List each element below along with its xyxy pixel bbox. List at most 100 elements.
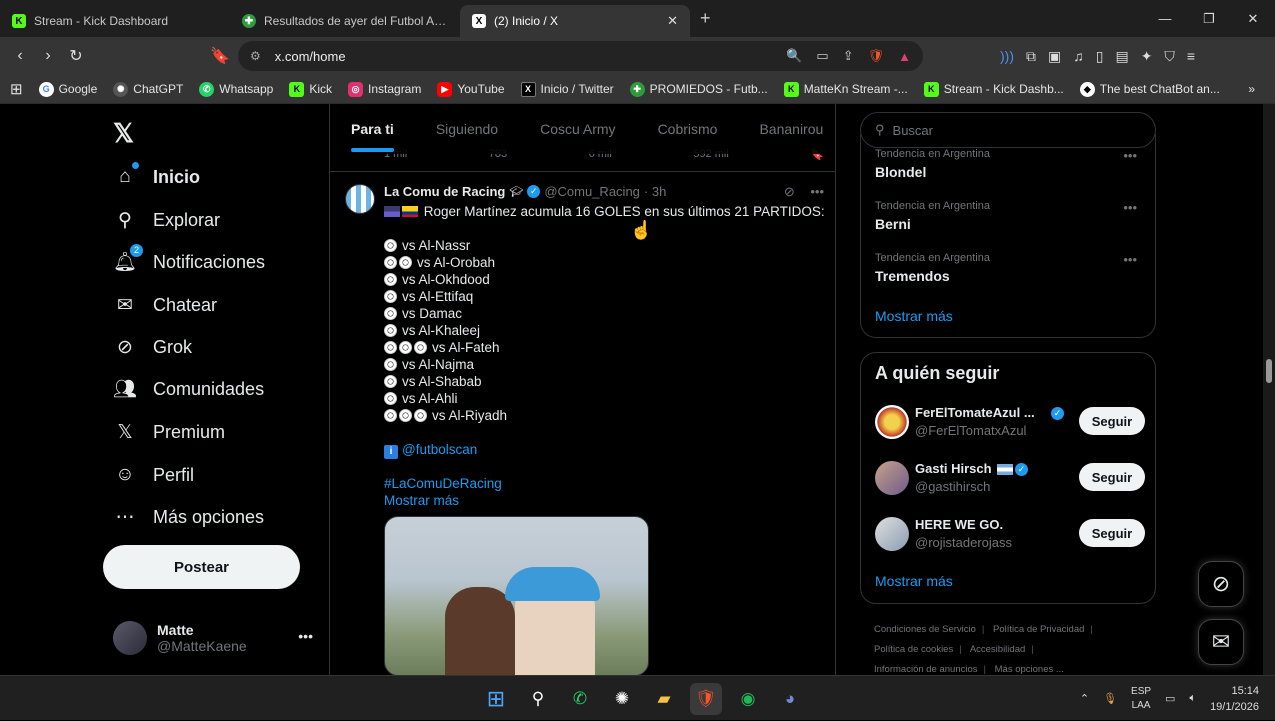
tweet-author-name[interactable]: La Comu de Racing bbox=[384, 184, 505, 199]
site-settings-icon[interactable]: ⚙ bbox=[250, 49, 261, 63]
follow-button[interactable]: Seguir bbox=[1079, 463, 1145, 491]
nav-item-chatear[interactable]: ✉ Chatear bbox=[113, 290, 217, 320]
back-button[interactable]: ‹ bbox=[6, 42, 34, 70]
footer-link[interactable]: Información de anuncios bbox=[874, 664, 978, 675]
tweet[interactable]: La Comu de Racing 🎓︎ ✓ @Comu_Racing · 3h… bbox=[330, 171, 835, 675]
more-icon[interactable]: ••• bbox=[810, 184, 824, 199]
footer-link[interactable]: Política de cookies bbox=[874, 644, 953, 655]
browser-tab-promiedos[interactable]: ✚ Resultados de ayer del Futbol Argentin… bbox=[230, 5, 460, 37]
nav-item-perfil[interactable]: ☺ Perfil bbox=[113, 460, 194, 490]
bookmark-item[interactable]: ✆ Whatsapp bbox=[199, 81, 273, 97]
brave-rewards-icon[interactable]: ▲ bbox=[898, 49, 911, 64]
sidebar-icon[interactable]: ▯ bbox=[1096, 48, 1104, 65]
show-more-follow-link[interactable]: Mostrar más bbox=[875, 573, 953, 589]
bookmark-item[interactable]: ◆ The best ChatBot an... bbox=[1079, 81, 1220, 97]
more-icon[interactable]: ••• bbox=[298, 628, 313, 644]
follow-suggestion[interactable]: Gasti Hirsch ✓ @gastihirsch Seguir bbox=[875, 459, 1145, 499]
account-switcher[interactable]: Matte @MatteKaene ••• bbox=[113, 618, 313, 658]
chevron-up-icon[interactable]: ⌃ bbox=[1080, 692, 1089, 705]
file-explorer-icon[interactable]: ▰ bbox=[648, 683, 680, 715]
address-bar[interactable]: ⚙ x.com/home 🔍 ▭ ⇪ 🛡 ▲ bbox=[238, 41, 923, 71]
trend-item[interactable]: Tendencia en Argentina Berni ••• bbox=[875, 200, 1145, 232]
tweet-time[interactable]: · 3h bbox=[644, 184, 666, 199]
tab-cobrismo[interactable]: Cobrismo bbox=[637, 104, 739, 154]
volume-icon[interactable]: 🔈︎ bbox=[1189, 692, 1196, 705]
reload-button[interactable]: ↻ bbox=[62, 42, 90, 70]
network-icon[interactable]: ▭ bbox=[1165, 692, 1175, 705]
bookmark-item[interactable]: ◎ Instagram bbox=[348, 81, 421, 97]
forward-button[interactable]: › bbox=[34, 42, 62, 70]
footer-link[interactable]: Condiciones de Servicio bbox=[874, 624, 976, 635]
brave-browser-icon[interactable]: 🛡 bbox=[690, 682, 722, 715]
close-window-icon[interactable]: ✕ bbox=[1231, 0, 1275, 37]
bookmark-item[interactable]: ▶ YouTube bbox=[437, 81, 505, 97]
minimize-icon[interactable]: — bbox=[1143, 0, 1187, 37]
x-logo-icon[interactable]: 𝕏 bbox=[113, 118, 134, 149]
trend-item[interactable]: Tendencia en Argentina Tremendos ••• bbox=[875, 252, 1145, 284]
follow-suggestion[interactable]: FerElTomateAzul ... ✓ @FerElTomatxAzul S… bbox=[875, 403, 1145, 443]
trend-item[interactable]: Tendencia en Argentina Blondel ••• bbox=[875, 148, 1145, 180]
bookmark-item[interactable]: K Kick bbox=[289, 81, 332, 97]
brave-shields-icon[interactable]: 🛡 bbox=[868, 48, 885, 64]
footer-link[interactable]: Accesibilidad bbox=[970, 644, 1025, 655]
more-bookmarks-icon[interactable]: » bbox=[1248, 82, 1255, 96]
bookmark-item[interactable]: X Inicio / Twitter bbox=[520, 81, 614, 97]
follow-suggestion[interactable]: HERE WE GO. @rojistaderojass Seguir bbox=[875, 515, 1145, 555]
maximize-icon[interactable]: ❐ bbox=[1187, 0, 1231, 37]
bookmark-item[interactable]: ✚ PROMIEDOS - Futb... bbox=[629, 81, 768, 97]
footer-link[interactable]: Más opciones ... bbox=[995, 664, 1064, 675]
bookmark-item[interactable]: ✺ ChatGPT bbox=[113, 81, 183, 97]
tweet-avatar[interactable] bbox=[345, 184, 375, 214]
show-more-trends-link[interactable]: Mostrar más bbox=[875, 308, 953, 324]
bookmark-item[interactable]: K Stream - Kick Dashb... bbox=[923, 81, 1064, 97]
follow-button[interactable]: Seguir bbox=[1079, 407, 1145, 435]
tab-bananirou[interactable]: Bananirou bbox=[738, 104, 844, 154]
audio-icon[interactable]: ))) bbox=[1000, 48, 1014, 64]
messages-button[interactable]: ✉ bbox=[1198, 619, 1244, 665]
clock[interactable]: 15:14 19/1/2026 bbox=[1210, 683, 1259, 715]
menu-icon[interactable]: ≡ bbox=[1187, 48, 1195, 64]
more-icon[interactable]: ••• bbox=[1123, 252, 1137, 267]
browser-tab-kick[interactable]: K Stream - Kick Dashboard bbox=[0, 5, 230, 37]
bookmark-item[interactable]: G Google bbox=[38, 81, 97, 97]
nav-item-grok[interactable]: ⊘ Grok bbox=[113, 332, 192, 362]
microphone-icon[interactable]: 🎙︎ bbox=[1103, 692, 1117, 705]
bookmark-icon[interactable]: 🔖 bbox=[206, 42, 234, 70]
bookmark-item[interactable]: K MatteKn Stream -... bbox=[783, 81, 908, 97]
nav-item-notificaciones[interactable]: 🔔︎ 2 Notificaciones bbox=[113, 244, 265, 277]
nav-item-explorar[interactable]: ⚲ Explorar bbox=[113, 205, 220, 235]
grok-icon[interactable]: ⊘ bbox=[784, 184, 795, 199]
spotify-icon[interactable]: ◉ bbox=[732, 683, 764, 715]
tab-para-ti[interactable]: Para ti bbox=[330, 104, 415, 154]
vpn-icon[interactable]: ⛉ bbox=[1164, 48, 1175, 65]
more-icon[interactable]: ••• bbox=[1123, 148, 1137, 163]
browser-tab-x[interactable]: X (2) Inicio / X ✕ bbox=[460, 5, 690, 37]
grok-button[interactable]: ⊘ bbox=[1198, 561, 1244, 607]
search-icon[interactable]: ⚲ bbox=[522, 683, 554, 715]
tweet-author-handle[interactable]: @Comu_Racing bbox=[544, 184, 640, 199]
nav-item-mas-opciones[interactable]: ⋯ Más opciones bbox=[113, 502, 265, 532]
follow-button[interactable]: Seguir bbox=[1079, 519, 1145, 547]
new-tab-button[interactable]: + bbox=[700, 8, 711, 29]
apps-grid-icon[interactable]: ⊞ bbox=[10, 80, 23, 98]
page-scrollbar[interactable] bbox=[1263, 104, 1275, 675]
show-more-link[interactable]: Mostrar más bbox=[384, 493, 459, 508]
language-indicator[interactable]: ESP LAA bbox=[1131, 685, 1151, 713]
reader-icon[interactable]: ▣ bbox=[1048, 48, 1061, 65]
wallet-icon[interactable]: ▤ bbox=[1115, 48, 1128, 65]
search-input[interactable]: ⚲ Buscar bbox=[860, 112, 1156, 148]
tab-coscu-army[interactable]: Coscu Army bbox=[519, 104, 636, 154]
windows-start-icon[interactable]: ⊞ bbox=[480, 683, 512, 715]
more-icon[interactable]: ••• bbox=[1123, 200, 1137, 215]
discord-icon[interactable]: ◕ bbox=[774, 683, 806, 715]
nav-item-comunidades[interactable]: 👥︎ Comunidades bbox=[113, 374, 264, 404]
music-icon[interactable]: ♫ bbox=[1073, 48, 1084, 64]
share-icon[interactable]: ⇪ bbox=[843, 48, 854, 64]
close-tab-icon[interactable]: ✕ bbox=[667, 13, 678, 29]
nav-item-inicio[interactable]: ⌂ Inicio bbox=[113, 162, 200, 192]
extensions-icon[interactable]: ⧉ bbox=[1026, 48, 1036, 65]
chatgpt-icon[interactable]: ✺ bbox=[606, 683, 638, 715]
post-button[interactable]: Postear bbox=[103, 545, 300, 589]
tweet-photo[interactable] bbox=[384, 516, 649, 675]
scrollbar-thumb[interactable] bbox=[1266, 359, 1272, 383]
